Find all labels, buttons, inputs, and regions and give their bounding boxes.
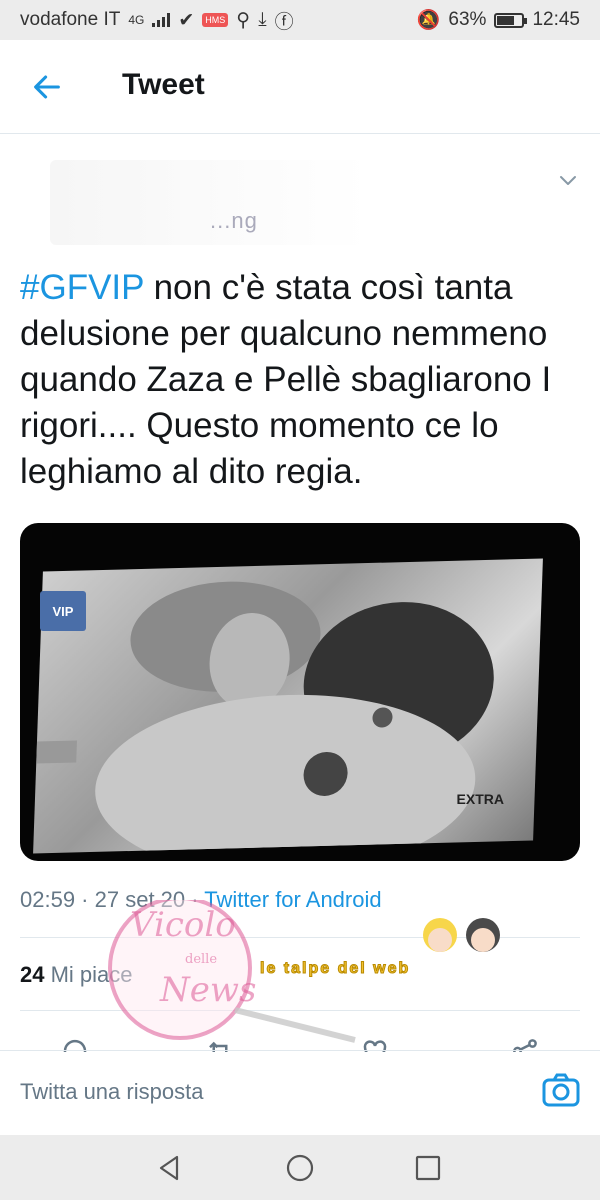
home-circle-icon[interactable]	[285, 1153, 315, 1183]
battery-icon	[494, 12, 528, 28]
clock: 12:45	[532, 9, 580, 30]
watermark-delle: delle	[185, 952, 218, 967]
author-handle: ...ng	[210, 208, 258, 233]
arrow-left-icon[interactable]	[30, 70, 64, 104]
extra-logo: EXTRA	[456, 791, 504, 807]
check-icon: ✔	[178, 9, 195, 31]
tweet-author[interactable]: ...ng	[20, 150, 580, 250]
facebook-icon: ⓕ	[274, 11, 294, 33]
carrier-label: vodafone IT	[20, 9, 121, 30]
page-title: Tweet	[122, 68, 205, 101]
tweet-source-link[interactable]: Twitter for Android	[204, 887, 381, 912]
watermark: Vicolo delle News le talpe del web	[85, 896, 525, 1050]
tv-screen-photo	[33, 558, 543, 861]
chevron-down-icon[interactable]	[556, 168, 580, 192]
location-icon: ⚲	[236, 9, 251, 31]
watermark-tagline: le talpe del web	[259, 960, 411, 978]
photo-illustration	[36, 581, 494, 861]
signal-icon	[152, 13, 171, 27]
tweet-actions	[0, 1030, 600, 1052]
status-right: 🔕 63% 12:45	[417, 8, 580, 32]
hms-badge: HMS	[202, 13, 229, 27]
system-nav-bar	[0, 1135, 600, 1200]
tweet-meta: 02:59 · 27 set 20 · Twitter for Android	[20, 887, 382, 912]
camera-icon[interactable]	[542, 1073, 580, 1107]
hashtag-link[interactable]: #GFVIP	[20, 268, 144, 307]
tweet-date: 27 set 20	[94, 887, 186, 912]
likes-row[interactable]: 24 Mi piace	[20, 962, 133, 988]
tweet-time: 02:59	[20, 887, 76, 912]
reply-bar: Twitta una risposta	[0, 1050, 600, 1130]
download-icon: ⤓	[258, 9, 267, 30]
reply-input[interactable]: Twitta una risposta	[20, 1079, 203, 1105]
battery-percent: 63%	[448, 9, 487, 30]
divider	[20, 937, 580, 938]
watermark-news: News	[160, 970, 257, 1010]
tweet-text: #GFVIP non c'è stata così tanta delusion…	[20, 265, 580, 495]
status-left: vodafone IT 4G ✔ HMS ⚲ ⤓ ⓕ	[20, 7, 294, 34]
divider	[20, 1010, 580, 1011]
status-bar: vodafone IT 4G ✔ HMS ⚲ ⤓ ⓕ 🔕 63% 12:45	[0, 0, 600, 40]
gfvip-logo: VIP	[40, 591, 86, 631]
likes-label: Mi piace	[50, 962, 133, 987]
app-header: Tweet	[0, 40, 600, 134]
watermark-graphic	[108, 896, 500, 1043]
network-label: 4G	[128, 13, 145, 27]
mute-bell-icon: 🔕	[416, 10, 441, 31]
tweet-media[interactable]: VIP EXTRA	[20, 523, 580, 861]
likes-count: 24	[20, 962, 45, 987]
back-triangle-icon[interactable]	[155, 1153, 185, 1183]
recents-square-icon[interactable]	[413, 1153, 443, 1183]
